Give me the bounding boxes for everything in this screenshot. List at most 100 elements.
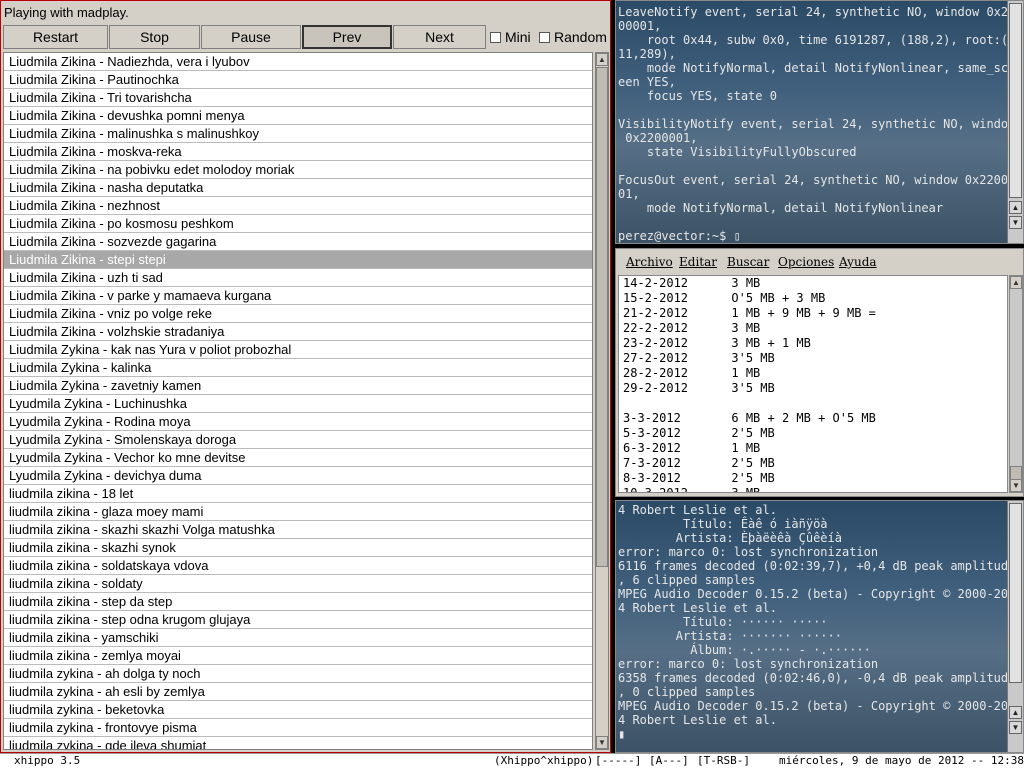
editor-line: 8-3-2012 2'5 MB bbox=[623, 471, 775, 485]
window-title[interactable]: (Xhippo^xhippo) bbox=[494, 754, 593, 768]
scrollbar-thumb[interactable] bbox=[1009, 3, 1022, 198]
editor-line: 14-2-2012 3 MB bbox=[623, 276, 761, 290]
playlist-item[interactable]: liudmila zikina - glaza moey mami bbox=[4, 503, 592, 521]
player-controls: Restart Stop Pause Prev Next Mini Random bbox=[3, 25, 609, 50]
editor-line: 3-3-2012 6 MB + 2 MB + O'5 MB bbox=[623, 411, 876, 425]
menu-ayuda[interactable]: Ayuda bbox=[839, 255, 877, 269]
menu-archivo[interactable]: Archivo bbox=[626, 255, 673, 269]
editor-scrollbar[interactable]: ▲ ▼ bbox=[1009, 275, 1023, 493]
editor-text-area[interactable]: 14-2-2012 3 MB 15-2-2012 O'5 MB + 3 MB 21-… bbox=[618, 275, 1008, 493]
terminal-scrollbar[interactable]: ▲ ▼ bbox=[1007, 1, 1023, 243]
mini-checkbox[interactable]: Mini bbox=[490, 25, 531, 49]
next-button[interactable]: Next bbox=[393, 25, 486, 49]
scroll-down-arrow-icon[interactable]: ▼ bbox=[1009, 216, 1022, 229]
scroll-down-arrow-icon[interactable]: ▼ bbox=[596, 736, 608, 749]
playlist-item[interactable]: liudmila zykina - frontovye pisma bbox=[4, 719, 592, 737]
indicator-2: [A---] bbox=[649, 754, 689, 767]
playlist-scrollbar[interactable]: ▲ ▼ bbox=[595, 52, 609, 750]
playlist-item[interactable]: Liudmila Zikina - uzh ti sad bbox=[4, 269, 592, 287]
playlist-item[interactable]: Liudmila Zikina - Tri tovarishcha bbox=[4, 89, 592, 107]
text-editor-window: Archivo Editar Buscar Opciones Ayuda 14-2-20… bbox=[615, 248, 1024, 497]
playlist-item[interactable]: Liudmila Zikina - devushka pomni menya bbox=[4, 107, 592, 125]
random-checkbox[interactable]: Random bbox=[539, 25, 607, 49]
editor-line: 5-3-2012 2'5 MB bbox=[623, 426, 775, 440]
playlist-item[interactable]: liudmila zykina - ah esli by zemlya bbox=[4, 683, 592, 701]
playlist-item[interactable]: Lyudmila Zykina - Vechor ko mne devitse bbox=[4, 449, 592, 467]
indicator-1: [-----] bbox=[595, 754, 642, 767]
menu-buscar[interactable]: Buscar bbox=[727, 255, 769, 269]
menu-opciones[interactable]: Opciones bbox=[778, 255, 834, 269]
editor-line: 6-3-2012 1 MB bbox=[623, 441, 761, 455]
playlist-item[interactable]: Liudmila Zikina - nezhnost bbox=[4, 197, 592, 215]
editor-line: 7-3-2012 2'5 MB bbox=[623, 456, 775, 470]
editor-line: 29-2-2012 3'5 MB bbox=[623, 381, 775, 395]
playlist-item[interactable]: Liudmila Zikina - Pautinochka bbox=[4, 71, 592, 89]
stop-button[interactable]: Stop bbox=[109, 25, 200, 49]
terminal-xev[interactable]: LeaveNotify event, serial 24, synthetic … bbox=[615, 0, 1024, 244]
app-name: xhippo 3.5 bbox=[14, 754, 81, 767]
playlist-item[interactable]: Liudmila Zikina - vniz po volge reke bbox=[4, 305, 592, 323]
scroll-up-arrow-icon[interactable]: ▲ bbox=[1010, 276, 1022, 289]
playlist-item[interactable]: liudmila zikina - step odna krugom gluja… bbox=[4, 611, 592, 629]
random-label: Random bbox=[554, 29, 607, 45]
playlist-item[interactable]: Liudmila Zykina - zavetniy kamen bbox=[4, 377, 592, 395]
playlist-item[interactable]: liudmila zikina - skazhi synok bbox=[4, 539, 592, 557]
scrollbar-thumb[interactable] bbox=[1009, 503, 1022, 683]
editor-line: 15-2-2012 O'5 MB + 3 MB bbox=[623, 291, 826, 305]
playlist-item[interactable]: liudmila zykina - ah dolga ty noch bbox=[4, 665, 592, 683]
playlist-item[interactable]: liudmila zikina - yamschiki bbox=[4, 629, 592, 647]
editor-line: 22-2-2012 3 MB bbox=[623, 321, 761, 335]
playlist-item[interactable]: liudmila zikina - zemlya moyai bbox=[4, 647, 592, 665]
scrollbar-thumb[interactable] bbox=[1010, 466, 1022, 480]
terminal-madplay[interactable]: 4 Robert Leslie et al. Título: Êàê ó iàñ… bbox=[615, 500, 1024, 753]
restart-button[interactable]: Restart bbox=[3, 25, 108, 49]
playlist-item[interactable]: liudmila zikina - step da step bbox=[4, 593, 592, 611]
xhippo-window: Playing with madplay. Restart Stop Pause… bbox=[0, 0, 611, 753]
playlist-item[interactable]: Liudmila Zikina - malinushka s malinushk… bbox=[4, 125, 592, 143]
scrollbar-thumb[interactable] bbox=[596, 67, 608, 567]
playlist-item[interactable]: Lyudmila Zykina - devichya duma bbox=[4, 467, 592, 485]
playlist-item[interactable]: Liudmila Zikina - Nadiezhda, vera i lyub… bbox=[4, 53, 592, 71]
scroll-up-arrow-icon[interactable]: ▲ bbox=[1009, 201, 1022, 214]
terminal-output: LeaveNotify event, serial 24, synthetic … bbox=[618, 5, 1016, 243]
playlist-item[interactable]: liudmila zykina - beketovka bbox=[4, 701, 592, 719]
playlist-item[interactable]: liudmila zikina - skazhi skazhi Volga ma… bbox=[4, 521, 592, 539]
mini-label: Mini bbox=[505, 29, 531, 45]
player-status: Playing with madplay. bbox=[4, 5, 129, 20]
playlist[interactable]: Liudmila Zikina - Nadiezhda, vera i lyub… bbox=[3, 52, 593, 750]
checkbox-icon bbox=[539, 31, 550, 43]
menu-editar[interactable]: Editar bbox=[679, 255, 717, 269]
playlist-item[interactable]: Lyudmila Zykina - Rodina moya bbox=[4, 413, 592, 431]
checkbox-icon bbox=[490, 31, 501, 43]
clock: miércoles, 9 de mayo de 2012 -- 12:38 bbox=[779, 754, 1024, 767]
playlist-item[interactable]: Liudmila Zikina - v parke y mamaeva kurg… bbox=[4, 287, 592, 305]
playlist-item[interactable]: liudmila zikina - soldaty bbox=[4, 575, 592, 593]
scroll-up-arrow-icon[interactable]: ▲ bbox=[596, 53, 608, 66]
playlist-item[interactable]: liudmila zikina - 18 let bbox=[4, 485, 592, 503]
playlist-item[interactable]: Lyudmila Zykina - Smolenskaya doroga bbox=[4, 431, 592, 449]
status-bar: xhippo 3.5 (Xhippo^xhippo) [-----] [A---… bbox=[0, 753, 1024, 768]
terminal-scrollbar[interactable]: ▲ ▼ bbox=[1007, 501, 1023, 752]
editor-line: 28-2-2012 1 MB bbox=[623, 366, 761, 380]
editor-line: 21-2-2012 1 MB + 9 MB + 9 MB = bbox=[623, 306, 876, 320]
prev-button[interactable]: Prev bbox=[302, 25, 392, 49]
playlist-item[interactable]: Liudmila Zykina - kak nas Yura v poliot … bbox=[4, 341, 592, 359]
indicator-3: [T-RSB-] bbox=[697, 754, 750, 767]
playlist-item[interactable]: Lyudmila Zykina - Luchinushka bbox=[4, 395, 592, 413]
scroll-down-arrow-icon[interactable]: ▼ bbox=[1010, 479, 1022, 492]
playlist-item[interactable]: Liudmila Zykina - kalinka bbox=[4, 359, 592, 377]
pause-button[interactable]: Pause bbox=[201, 25, 301, 49]
playlist-item[interactable]: Liudmila Zikina - na pobivku edet molodo… bbox=[4, 161, 592, 179]
playlist-item[interactable]: liudmila zykina - gde ileva shumiat bbox=[4, 737, 592, 749]
terminal-output: 4 Robert Leslie et al. Título: Êàê ó iàñ… bbox=[618, 503, 1016, 741]
playlist-item[interactable]: Liudmila Zikina - sozvezde gagarina bbox=[4, 233, 592, 251]
playlist-item[interactable]: Liudmila Zikina - stepi stepi bbox=[4, 251, 592, 269]
scroll-down-arrow-icon[interactable]: ▼ bbox=[1009, 721, 1022, 734]
playlist-item[interactable]: Liudmila Zikina - volzhskie stradaniya bbox=[4, 323, 592, 341]
playlist-item[interactable]: Liudmila Zikina - nasha deputatka bbox=[4, 179, 592, 197]
editor-line: 23-2-2012 3 MB + 1 MB bbox=[623, 336, 811, 350]
playlist-item[interactable]: liudmila zikina - soldatskaya vdova bbox=[4, 557, 592, 575]
scroll-up-arrow-icon[interactable]: ▲ bbox=[1009, 706, 1022, 719]
playlist-item[interactable]: Liudmila Zikina - moskva-reka bbox=[4, 143, 592, 161]
playlist-item[interactable]: Liudmila Zikina - po kosmosu peshkom bbox=[4, 215, 592, 233]
